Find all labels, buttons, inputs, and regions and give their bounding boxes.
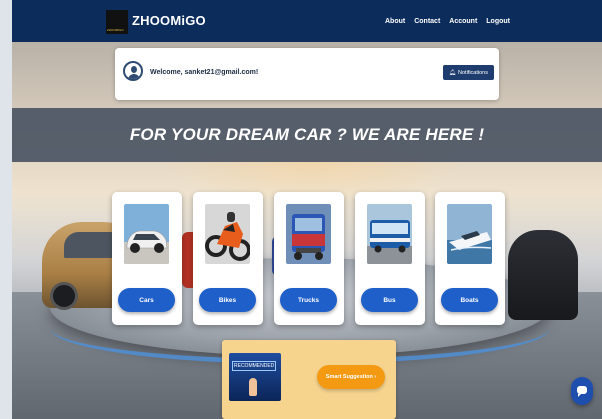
category-card-bus: Bus xyxy=(355,192,425,325)
recommended-image: RECOMMENDED xyxy=(229,353,281,401)
nav-account[interactable]: Account xyxy=(449,18,477,25)
bike-icon xyxy=(205,204,250,264)
user-avatar-icon xyxy=(123,61,143,81)
nav-about[interactable]: About xyxy=(385,18,405,25)
hero-banner: FOR YOUR DREAM CAR ? WE ARE HERE ! xyxy=(12,108,602,162)
nav-contact[interactable]: Contact xyxy=(414,18,440,25)
boats-button[interactable]: Boats xyxy=(441,288,498,312)
category-card-bikes: Bikes xyxy=(193,192,263,325)
chat-button[interactable] xyxy=(571,377,593,405)
category-card-boats: Boats xyxy=(435,192,505,325)
brand-name[interactable]: ZHOOMiGO xyxy=(132,13,206,28)
car-icon xyxy=(124,204,169,264)
bus-button[interactable]: Bus xyxy=(361,288,418,312)
chat-icon xyxy=(577,386,587,397)
hero-tagline: FOR YOUR DREAM CAR ? WE ARE HERE ! xyxy=(129,125,485,144)
background-car-black xyxy=(508,230,578,320)
nav-logout[interactable]: Logout xyxy=(486,18,510,25)
truck-icon xyxy=(286,204,331,264)
notifications-button[interactable]: 🔔︎ Notifications xyxy=(443,65,494,80)
brand-logo[interactable]: ZHOOMIGO xyxy=(106,10,128,34)
bell-icon: 🔔︎ xyxy=(449,69,457,76)
bikes-button[interactable]: Bikes xyxy=(199,288,256,312)
boat-icon xyxy=(447,204,492,264)
welcome-card: Welcome, sanket21@gmail.com! 🔔︎ Notifica… xyxy=(115,48,499,100)
top-navbar: ZHOOMIGO ZHOOMiGO About Contact Account … xyxy=(12,0,602,42)
category-card-cars: Cars xyxy=(112,192,182,325)
trucks-button[interactable]: Trucks xyxy=(280,288,337,312)
logo-text: ZHOOMIGO xyxy=(107,28,124,32)
app-frame: ZHOOMIGO ZHOOMiGO About Contact Account … xyxy=(12,0,602,419)
category-card-trucks: Trucks xyxy=(274,192,344,325)
recommended-tag: RECOMMENDED xyxy=(232,361,277,371)
recommendation-panel: RECOMMENDED Smart Suggestion › xyxy=(222,340,396,419)
smart-suggestion-button[interactable]: Smart Suggestion › xyxy=(317,365,385,389)
pointing-hand-icon xyxy=(249,378,257,396)
notifications-label: Notifications xyxy=(458,69,488,76)
welcome-message: Welcome, sanket21@gmail.com! xyxy=(150,69,259,76)
nav-links: About Contact Account Logout xyxy=(385,18,510,25)
cars-button[interactable]: Cars xyxy=(118,288,175,312)
bus-icon xyxy=(367,204,412,264)
